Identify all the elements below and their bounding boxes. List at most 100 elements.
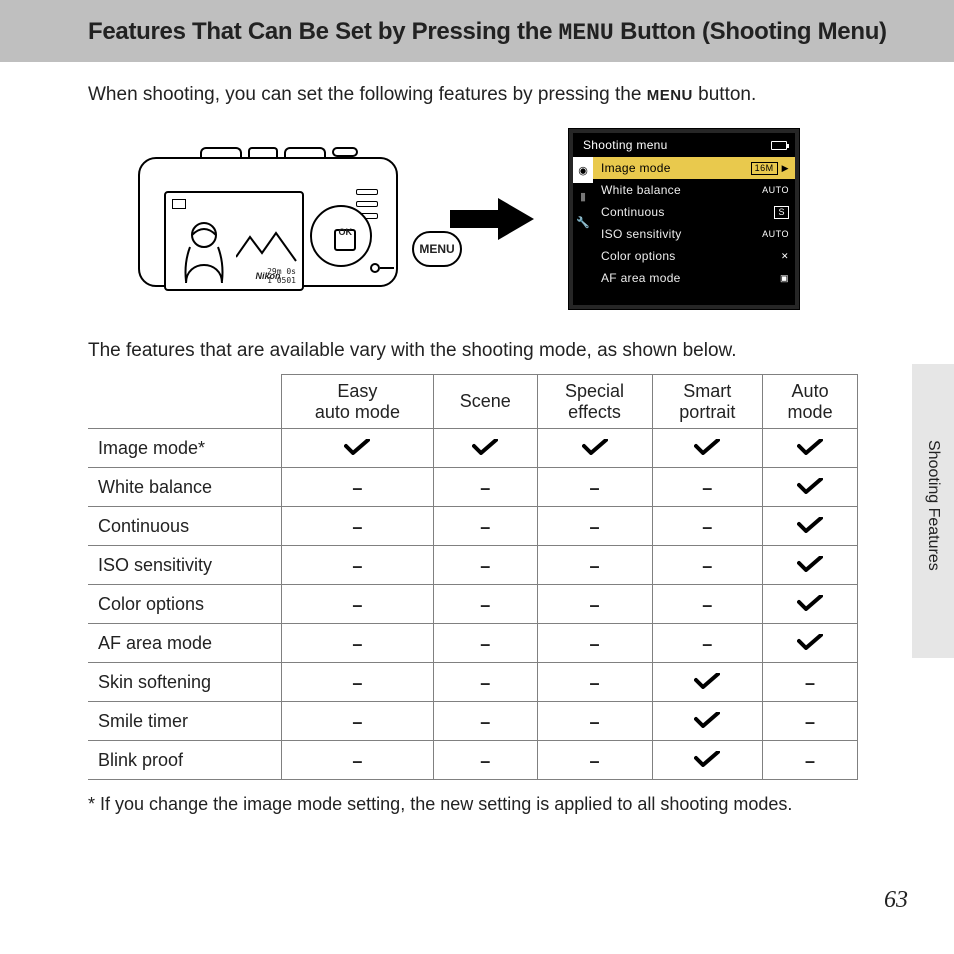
shooting-menu-row: AF area mode ▣ <box>593 267 795 289</box>
check-icon <box>652 663 763 702</box>
dash-mark: – <box>434 507 537 546</box>
page-title-band: Features That Can Be Set by Pressing the… <box>0 0 954 62</box>
camera-brand: Nikon <box>255 271 280 281</box>
dash-mark: – <box>652 468 763 507</box>
shooting-menu-row-label: White balance <box>601 183 681 197</box>
illustration-row: 29m 0s1 0501 OK Nikon MENU Shooting m <box>126 128 900 310</box>
table-row-label: Blink proof <box>88 741 281 780</box>
dash-mark: – <box>434 663 537 702</box>
table-column-header: Easyauto mode <box>281 375 433 429</box>
feature-table: Easyauto modeSceneSpecialeffectsSmartpor… <box>88 374 858 780</box>
dash-mark: – <box>281 468 433 507</box>
table-row-label: Skin softening <box>88 663 281 702</box>
ok-label: OK <box>339 227 353 237</box>
shooting-menu-row-value: ✕ <box>781 251 789 262</box>
dash-mark: – <box>434 468 537 507</box>
menu-button-callout: MENU <box>412 231 462 267</box>
dash-mark: – <box>434 624 537 663</box>
shooting-menu-row-value: S <box>774 206 789 219</box>
dash-mark: – <box>434 741 537 780</box>
battery-icon <box>771 141 787 150</box>
table-column-header: Scene <box>434 375 537 429</box>
shooting-menu-row-label: AF area mode <box>601 271 681 285</box>
dash-mark: – <box>537 546 652 585</box>
table-column-header: Smartportrait <box>652 375 763 429</box>
camera-lcd: 29m 0s1 0501 <box>164 191 304 291</box>
table-row: Skin softening–––– <box>88 663 858 702</box>
shooting-menu-row-value: AUTO <box>762 185 789 195</box>
dash-mark: – <box>652 585 763 624</box>
table-row: Blink proof–––– <box>88 741 858 780</box>
check-icon <box>763 585 858 624</box>
shooting-menu-row: Continuous S <box>593 201 795 223</box>
intro-paragraph: When shooting, you can set the following… <box>88 84 900 106</box>
shooting-menu-row-value: ▣ <box>780 273 789 284</box>
dash-mark: – <box>537 624 652 663</box>
dash-mark: – <box>537 663 652 702</box>
check-icon <box>652 741 763 780</box>
arrow-icon <box>450 198 534 240</box>
shooting-menu-row-label: Color options <box>601 249 676 263</box>
dash-mark: – <box>434 546 537 585</box>
shooting-menu-row: ISO sensitivity AUTO <box>593 223 795 245</box>
dash-mark: – <box>281 663 433 702</box>
table-row: Image mode* <box>88 429 858 468</box>
dash-mark: – <box>652 624 763 663</box>
camera-tab-icon: ◉ <box>573 157 593 183</box>
lcd-portrait-icon <box>178 219 230 283</box>
check-icon <box>281 429 433 468</box>
title-post: Button (Shooting Menu) <box>614 18 887 45</box>
table-row: AF area mode–––– <box>88 624 858 663</box>
intro-post: button. <box>693 84 756 105</box>
table-row-label: Image mode* <box>88 429 281 468</box>
dash-mark: – <box>537 507 652 546</box>
dash-mark: – <box>434 585 537 624</box>
page-number: 63 <box>884 887 908 914</box>
table-row-label: ISO sensitivity <box>88 546 281 585</box>
camera-illustration: 29m 0s1 0501 OK Nikon MENU <box>126 139 416 299</box>
wrench-tab-icon: 🔧 <box>573 209 593 235</box>
shooting-menu-panel: Shooting menu ◉ ▮ 🔧 Image mode 16M▶ White … <box>568 128 800 310</box>
shooting-menu-row-label: Image mode <box>601 161 671 175</box>
table-row-label: Color options <box>88 585 281 624</box>
movie-tab-icon: ▮ <box>573 183 593 209</box>
dash-mark: – <box>281 702 433 741</box>
lcd-landscape-icon <box>236 227 298 267</box>
page-title: Features That Can Be Set by Pressing the… <box>88 18 914 46</box>
dash-mark: – <box>281 741 433 780</box>
shooting-menu-row-value: 16M▶ <box>751 162 789 175</box>
table-row-label: AF area mode <box>88 624 281 663</box>
table-row: Color options–––– <box>88 585 858 624</box>
title-pre: Features That Can Be Set by Pressing the <box>88 18 559 45</box>
dash-mark: – <box>763 663 858 702</box>
dash-mark: – <box>763 741 858 780</box>
dash-mark: – <box>281 585 433 624</box>
shooting-menu-row-value: AUTO <box>762 229 789 239</box>
table-column-header: Automode <box>763 375 858 429</box>
dash-mark: – <box>537 585 652 624</box>
second-paragraph: The features that are available vary wit… <box>88 340 900 362</box>
dash-mark: – <box>763 702 858 741</box>
footnote: * If you change the image mode setting, … <box>102 794 900 815</box>
dash-mark: – <box>537 702 652 741</box>
check-icon <box>763 429 858 468</box>
shooting-menu-row-label: Continuous <box>601 205 665 219</box>
table-row: Smile timer–––– <box>88 702 858 741</box>
check-icon <box>763 507 858 546</box>
check-icon <box>763 468 858 507</box>
table-row-label: White balance <box>88 468 281 507</box>
dash-mark: – <box>652 546 763 585</box>
table-column-header: Specialeffects <box>537 375 652 429</box>
dash-mark: – <box>281 507 433 546</box>
check-icon <box>763 546 858 585</box>
dash-mark: – <box>652 507 763 546</box>
dash-mark: – <box>434 702 537 741</box>
table-row-label: Continuous <box>88 507 281 546</box>
shooting-menu-row: Color options ✕ <box>593 245 795 267</box>
shooting-menu-header: Shooting menu <box>583 138 668 152</box>
table-row: White balance–––– <box>88 468 858 507</box>
check-icon <box>652 702 763 741</box>
intro-menu-word: MENU <box>647 87 693 104</box>
check-icon <box>763 624 858 663</box>
shooting-menu-row-label: ISO sensitivity <box>601 227 682 241</box>
